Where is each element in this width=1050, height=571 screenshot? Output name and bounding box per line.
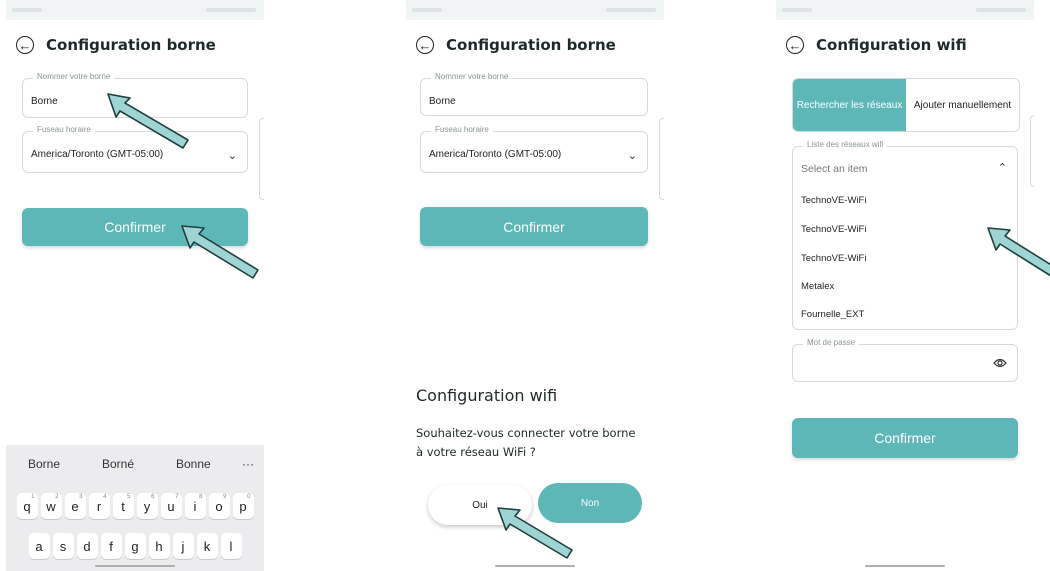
key-a[interactable]: a [28, 533, 50, 559]
field-legend: Nommer votre borne [33, 72, 115, 81]
key-p[interactable]: p0 [232, 493, 254, 519]
list-item[interactable]: Metalex [801, 281, 834, 292]
tab-search-networks[interactable]: Rechercher les réseaux [793, 79, 906, 131]
key-hint: 6 [151, 494, 155, 500]
status-bar [776, 0, 1034, 20]
back-arrow-icon[interactable]: ← [786, 36, 804, 54]
chevron-up-icon: ⌃ [997, 162, 1007, 174]
status-bar [406, 0, 664, 20]
key-u[interactable]: u7 [160, 493, 182, 519]
back-arrow-icon[interactable]: ← [416, 36, 434, 54]
timezone-select[interactable]: Fuseau horaire America/Toronto (GMT-05:0… [420, 125, 648, 173]
network-mode-tabs: Rechercher les réseaux Ajouter manuellem… [792, 78, 1020, 132]
keyboard: Borne Borné Bonne ··· q1w2e3r4t5y6u7i8o9… [6, 445, 264, 571]
phone-screen-2: ← Configuration borne Nommer votre borne… [406, 0, 664, 571]
header: ← Configuration borne [416, 30, 616, 60]
pointer-arrow-icon [181, 225, 259, 279]
key-i[interactable]: i8 [184, 493, 206, 519]
phone-screen-3: ← Configuration wifi Rechercher les rése… [776, 0, 1034, 571]
tab-add-manually[interactable]: Ajouter manuellement [906, 79, 1019, 131]
field-legend: Nommer votre borne [431, 72, 513, 81]
keyboard-row-2: asdfghjkl [6, 533, 264, 559]
key-r[interactable]: r4 [88, 493, 110, 519]
side-panel-edge [1030, 115, 1034, 187]
dialog-message: Souhaitez-vous connecter votre borne à v… [416, 426, 636, 459]
header: ← Configuration wifi [786, 30, 967, 60]
chevron-down-icon: ⌄ [627, 150, 637, 162]
pointer-arrow-icon [497, 507, 573, 559]
timezone-value: America/Toronto (GMT-05:00) [429, 149, 562, 160]
field-legend: Mot de passe [803, 338, 860, 347]
side-panel-edge [659, 118, 664, 200]
status-bar [6, 0, 264, 20]
home-indicator [865, 565, 945, 567]
key-hint: 8 [199, 494, 203, 500]
key-t[interactable]: t5 [112, 493, 134, 519]
back-arrow-icon[interactable]: ← [16, 36, 34, 54]
key-f[interactable]: f [100, 533, 122, 559]
key-hint: 3 [79, 494, 83, 500]
eye-icon[interactable] [993, 358, 1007, 368]
field-legend: Fuseau horaire [431, 125, 493, 134]
station-name-value: Borne [429, 96, 456, 107]
list-item[interactable]: Fournelle_EXT [801, 309, 864, 320]
key-hint: 0 [247, 494, 251, 500]
key-y[interactable]: y6 [136, 493, 158, 519]
key-w[interactable]: w2 [40, 493, 62, 519]
more-suggestions-icon[interactable]: ··· [242, 457, 254, 471]
field-legend: Fuseau horaire [33, 125, 95, 134]
chevron-down-icon: ⌄ [227, 150, 237, 162]
list-item[interactable]: TechnoVE-WiFi [801, 195, 866, 206]
key-hint: 5 [127, 494, 131, 500]
key-s[interactable]: s [52, 533, 74, 559]
keyboard-row-1: q1w2e3r4t5y6u7i8o9p0 [6, 493, 264, 519]
suggestion-1[interactable]: Borne [28, 457, 60, 471]
page-title: Configuration borne [46, 36, 216, 54]
suggestion-3[interactable]: Bonne [176, 457, 211, 471]
key-k[interactable]: k [196, 533, 218, 559]
key-g[interactable]: g [124, 533, 146, 559]
key-hint: 9 [223, 494, 227, 500]
list-item[interactable]: TechnoVE-WiFi [801, 253, 866, 264]
key-hint: 7 [175, 494, 179, 500]
password-field[interactable]: Mot de passe [792, 338, 1018, 382]
station-name-field[interactable]: Nommer votre borne Borne [420, 72, 648, 116]
key-hint: 2 [55, 494, 59, 500]
field-legend: Liste des réseaux wifi [803, 140, 888, 149]
station-name-value: Borne [31, 96, 58, 107]
list-item[interactable]: TechnoVE-WiFi [801, 224, 866, 235]
suggestion-2[interactable]: Borné [102, 457, 134, 471]
pointer-arrow-icon [107, 93, 189, 149]
select-placeholder: Select an item [801, 163, 868, 175]
page-title: Configuration borne [446, 36, 616, 54]
key-d[interactable]: d [76, 533, 98, 559]
header: ← Configuration borne [16, 30, 216, 60]
confirm-button[interactable]: Confirmer [792, 418, 1018, 458]
key-hint: 1 [31, 494, 35, 500]
home-indicator [95, 565, 175, 567]
home-indicator [495, 565, 575, 567]
key-l[interactable]: l [220, 533, 242, 559]
page-title: Configuration wifi [816, 36, 967, 54]
pointer-arrow-icon [987, 227, 1050, 277]
confirm-button[interactable]: Confirmer [420, 207, 648, 246]
dialog-title: Configuration wifi [416, 386, 558, 405]
phone-screen-1: ← Configuration borne Nommer votre borne… [6, 0, 264, 571]
key-e[interactable]: e3 [64, 493, 86, 519]
key-j[interactable]: j [172, 533, 194, 559]
key-h[interactable]: h [148, 533, 170, 559]
key-hint: 4 [103, 494, 107, 500]
key-o[interactable]: o9 [208, 493, 230, 519]
key-q[interactable]: q1 [16, 493, 38, 519]
side-panel-edge [259, 118, 264, 200]
